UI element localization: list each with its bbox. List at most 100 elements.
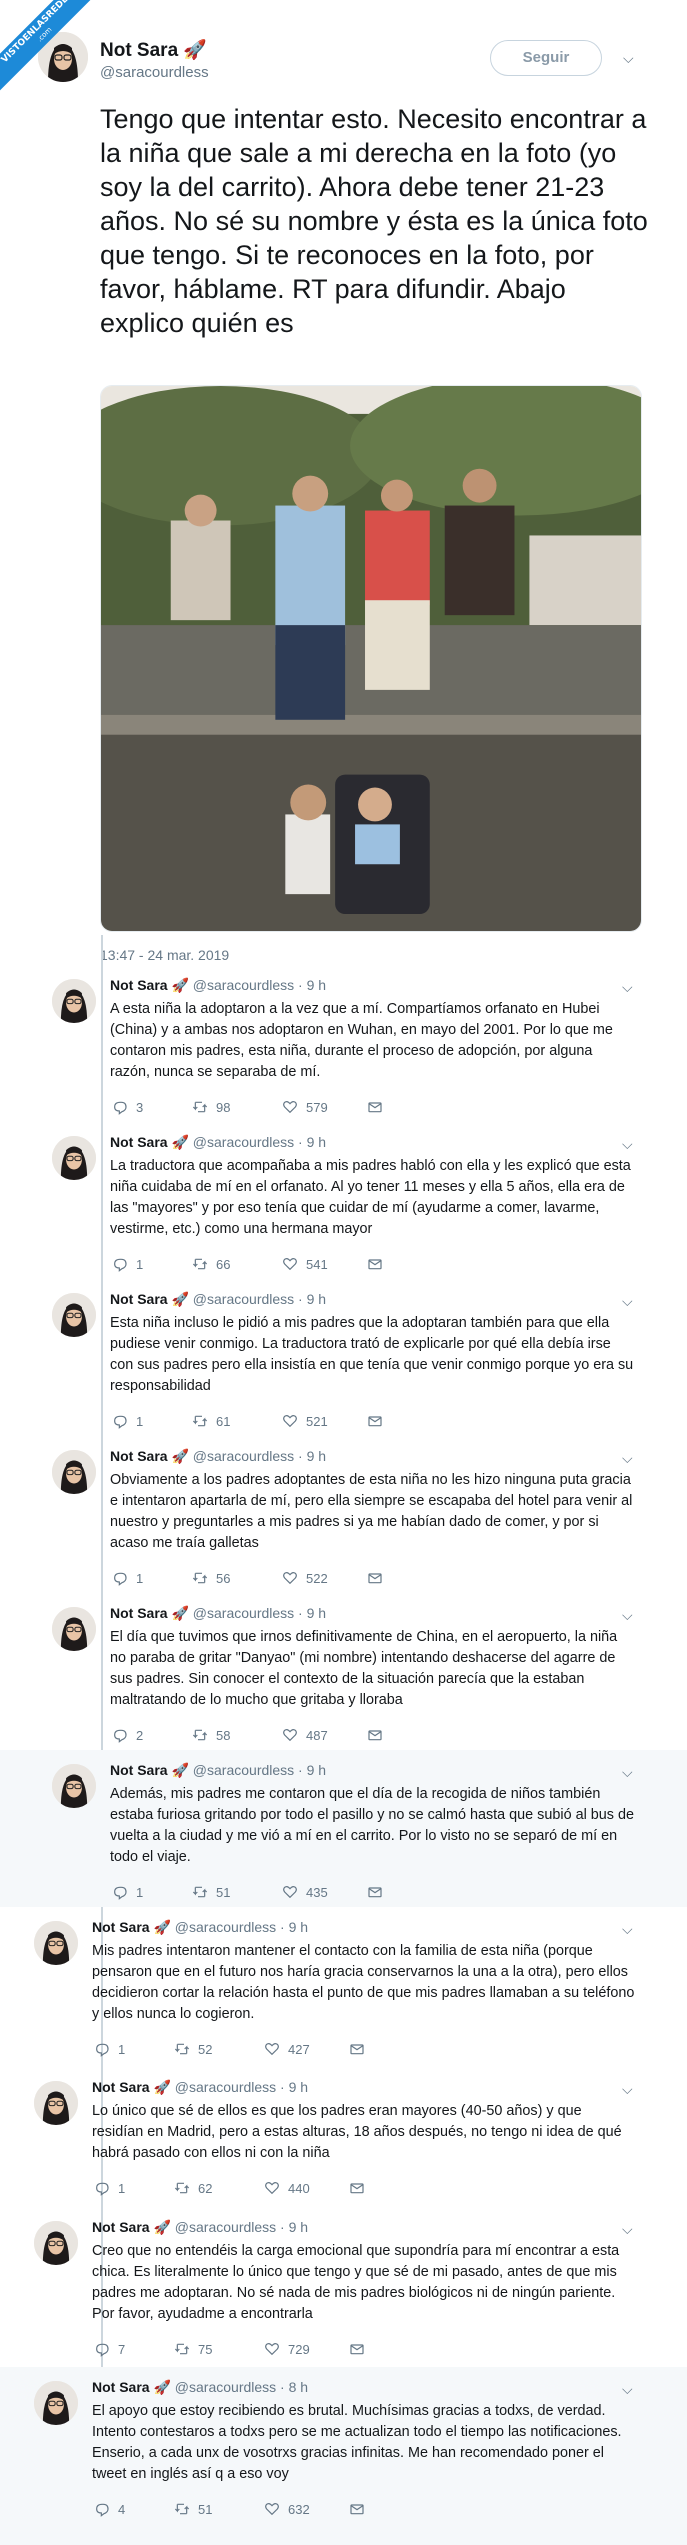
author-name[interactable]: Not Sara [110, 1291, 168, 1307]
reply-tweet[interactable]: Not Sara 🚀 @saracourdless · 9 h ⌵ El día… [0, 1593, 687, 1750]
dm-action[interactable] [367, 1884, 383, 1900]
chevron-down-icon[interactable]: ⌵ [622, 1921, 633, 1938]
reply-action[interactable]: 1 [94, 2041, 125, 2057]
reply-action[interactable]: 4 [94, 2501, 125, 2517]
author-handle[interactable]: @saracourdless · 9 h [175, 2219, 308, 2235]
reply-tweet[interactable]: Not Sara 🚀 @saracourdless · 9 h ⌵ Obviam… [0, 1436, 687, 1593]
reply-action[interactable]: 2 [112, 1727, 143, 1743]
retweet-action[interactable]: 62 [174, 2180, 212, 2196]
retweet-action[interactable]: 58 [192, 1727, 230, 1743]
chevron-down-icon[interactable]: ⌵ [622, 1764, 633, 1781]
heart-icon [265, 2042, 279, 2056]
reply-action[interactable]: 1 [112, 1256, 143, 1272]
reply-action[interactable]: 7 [94, 2341, 125, 2357]
dm-action[interactable] [349, 2180, 365, 2196]
reply-action[interactable]: 3 [112, 1099, 143, 1115]
reply-tweet[interactable]: Not Sara 🚀 @saracourdless · 9 h ⌵ La tra… [0, 1122, 687, 1279]
avatar[interactable] [52, 1293, 96, 1337]
like-action[interactable]: 729 [264, 2341, 310, 2357]
reply-tweet[interactable]: Not Sara 🚀 @saracourdless · 9 h ⌵ Mis pa… [0, 1907, 687, 2067]
like-action[interactable]: 435 [282, 1884, 328, 1900]
retweet-action[interactable]: 66 [192, 1256, 230, 1272]
avatar-photo [52, 1607, 96, 1651]
like-action[interactable]: 579 [282, 1099, 328, 1115]
dm-action[interactable] [349, 2501, 365, 2517]
like-action[interactable]: 521 [282, 1413, 328, 1429]
dm-action[interactable] [367, 1256, 383, 1272]
author-name[interactable]: Not Sara 🚀 [100, 38, 207, 62]
dm-action[interactable] [349, 2341, 365, 2357]
reply-tweet[interactable]: Not Sara 🚀 @saracourdless · 8 h ⌵ El apo… [0, 2367, 687, 2545]
author-name[interactable]: Not Sara [92, 2079, 150, 2095]
avatar[interactable] [34, 2081, 78, 2125]
chevron-down-icon[interactable]: ⌵ [623, 50, 634, 67]
avatar[interactable] [52, 1607, 96, 1651]
dm-action[interactable] [367, 1413, 383, 1429]
reply-tweet[interactable]: Not Sara 🚀 @saracourdless · 9 h ⌵ Creo q… [0, 2207, 687, 2367]
tweet-photo[interactable] [100, 385, 642, 932]
dm-action[interactable] [349, 2041, 365, 2057]
author-handle[interactable]: @saracourdless · 9 h [193, 977, 326, 993]
reply-tweet[interactable]: Not Sara 🚀 @saracourdless · 9 h ⌵ Lo úni… [0, 2067, 687, 2207]
author-handle[interactable]: @saracourdless · 8 h [175, 2379, 308, 2395]
chevron-down-icon[interactable]: ⌵ [622, 1293, 633, 1310]
heart-icon [283, 1571, 297, 1585]
reply-action[interactable]: 1 [94, 2180, 125, 2196]
avatar[interactable] [34, 2221, 78, 2265]
author-handle[interactable]: @saracourdless · 9 h [193, 1134, 326, 1150]
reply-tweet[interactable]: Not Sara 🚀 @saracourdless · 9 h ⌵ Esta n… [0, 1279, 687, 1436]
author-name[interactable]: Not Sara [92, 2379, 150, 2395]
author-handle[interactable]: @saracourdless · 9 h [193, 1448, 326, 1464]
chevron-down-icon[interactable]: ⌵ [622, 2221, 633, 2238]
avatar[interactable] [52, 1450, 96, 1494]
retweet-action[interactable]: 51 [192, 1884, 230, 1900]
reply-action[interactable]: 1 [112, 1570, 143, 1586]
author-name[interactable]: Not Sara [110, 1448, 168, 1464]
dm-action[interactable] [367, 1727, 383, 1743]
avatar[interactable] [34, 1921, 78, 1965]
author-name[interactable]: Not Sara [92, 2219, 150, 2235]
dm-action[interactable] [367, 1099, 383, 1115]
follow-button[interactable]: Seguir [490, 40, 602, 76]
author-handle[interactable]: @saracourdless · 9 h [193, 1291, 326, 1307]
author-handle[interactable]: @saracourdless · 9 h [193, 1762, 326, 1778]
author-handle[interactable]: @saracourdless · 9 h [193, 1605, 326, 1621]
chevron-down-icon[interactable]: ⌵ [622, 2081, 633, 2098]
author-name[interactable]: Not Sara [110, 1134, 168, 1150]
retweet-action[interactable]: 61 [192, 1413, 230, 1429]
reply-header: Not Sara 🚀 @saracourdless · 9 h [110, 1605, 326, 1622]
reply-tweet[interactable]: Not Sara 🚀 @saracourdless · 9 h ⌵ Además… [0, 1750, 687, 1907]
reply-action[interactable]: 1 [112, 1884, 143, 1900]
like-action[interactable]: 632 [264, 2501, 310, 2517]
retweet-action[interactable]: 98 [192, 1099, 230, 1115]
author-handle[interactable]: @saracourdless · 9 h [175, 1919, 308, 1935]
author-handle[interactable]: @saracourdless [100, 64, 209, 81]
dm-action[interactable] [367, 1570, 383, 1586]
author-name[interactable]: Not Sara [92, 1919, 150, 1935]
retweet-action[interactable]: 56 [192, 1570, 230, 1586]
retweet-action[interactable]: 75 [174, 2341, 212, 2357]
like-action[interactable]: 541 [282, 1256, 328, 1272]
author-name[interactable]: Not Sara [110, 1762, 168, 1778]
avatar[interactable] [52, 1136, 96, 1180]
like-action[interactable]: 427 [264, 2041, 310, 2057]
tweet-timestamp[interactable]: 13:47 - 24 mar. 2019 [100, 947, 229, 963]
author-name[interactable]: Not Sara [110, 1605, 168, 1621]
chevron-down-icon[interactable]: ⌵ [622, 2381, 633, 2398]
reply-tweet[interactable]: Not Sara 🚀 @saracourdless · 9 h ⌵ A esta… [0, 965, 687, 1122]
chevron-down-icon[interactable]: ⌵ [622, 1136, 633, 1153]
author-name[interactable]: Not Sara [110, 977, 168, 993]
like-action[interactable]: 440 [264, 2180, 310, 2196]
avatar[interactable] [34, 2381, 78, 2425]
chevron-down-icon[interactable]: ⌵ [622, 979, 633, 996]
retweet-action[interactable]: 52 [174, 2041, 212, 2057]
like-action[interactable]: 522 [282, 1570, 328, 1586]
reply-action[interactable]: 1 [112, 1413, 143, 1429]
avatar[interactable] [52, 979, 96, 1023]
chevron-down-icon[interactable]: ⌵ [622, 1607, 633, 1624]
retweet-action[interactable]: 51 [174, 2501, 212, 2517]
like-action[interactable]: 487 [282, 1727, 328, 1743]
chevron-down-icon[interactable]: ⌵ [622, 1450, 633, 1467]
avatar[interactable] [52, 1764, 96, 1808]
author-handle[interactable]: @saracourdless · 9 h [175, 2079, 308, 2095]
